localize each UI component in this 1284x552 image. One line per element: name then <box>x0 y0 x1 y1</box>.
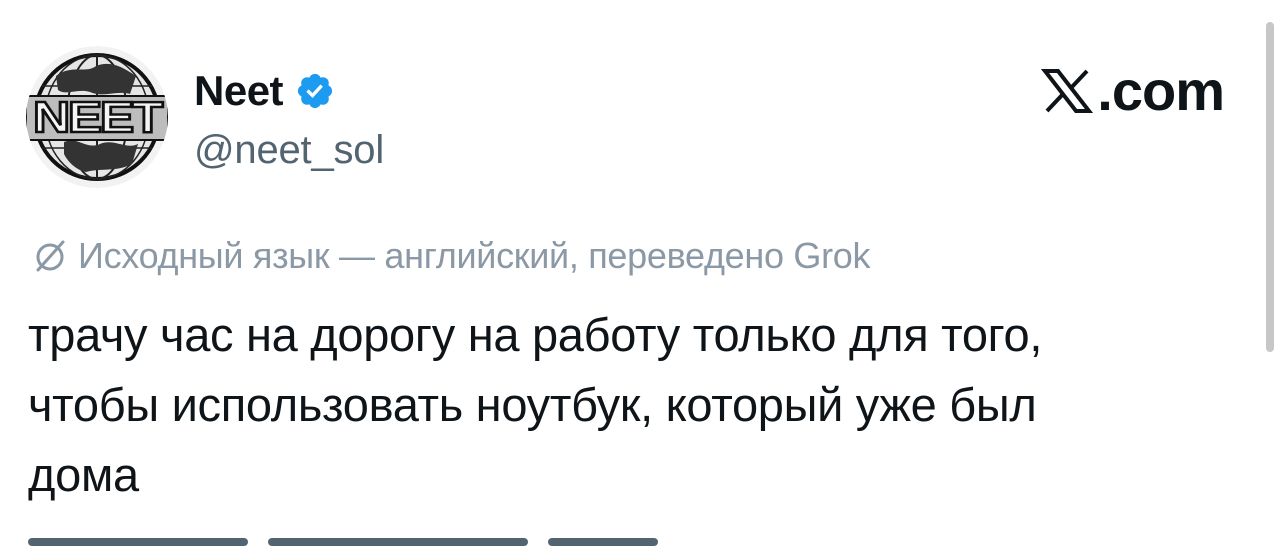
x-logo-icon <box>1041 67 1094 115</box>
author-handle[interactable]: @neet_sol <box>194 124 384 176</box>
scrollbar[interactable] <box>1266 22 1274 352</box>
post-text: трачу час на дорогу на работу только для… <box>28 300 1248 510</box>
post-text-line: чтобы использовать ноутбук, который уже … <box>28 378 1037 431</box>
translation-note-text: Исходный язык — английский, переведено G… <box>78 235 871 276</box>
author-name-row: Neet <box>194 64 335 118</box>
verified-badge-icon[interactable] <box>295 71 335 111</box>
post-footer-cutoff <box>28 532 668 552</box>
avatar-logo-text: NEET <box>32 92 167 144</box>
author-display-name[interactable]: Neet <box>194 64 284 118</box>
avatar[interactable]: NEET <box>26 46 168 188</box>
brand-watermark: .com <box>1041 58 1225 124</box>
translate-icon <box>32 238 68 274</box>
translation-note[interactable]: Исходный язык — английский, переведено G… <box>32 230 871 282</box>
brand-text: .com <box>1097 59 1225 122</box>
svg-text:NEET: NEET <box>33 93 163 142</box>
avatar-globe-image: NEET <box>26 46 168 188</box>
post-card: NEET Neet @neet_sol .com Исходный язык —… <box>0 0 1284 546</box>
post-text-line: трачу час на дорогу на работу только для… <box>28 308 1043 361</box>
post-text-line: дома <box>28 448 139 501</box>
